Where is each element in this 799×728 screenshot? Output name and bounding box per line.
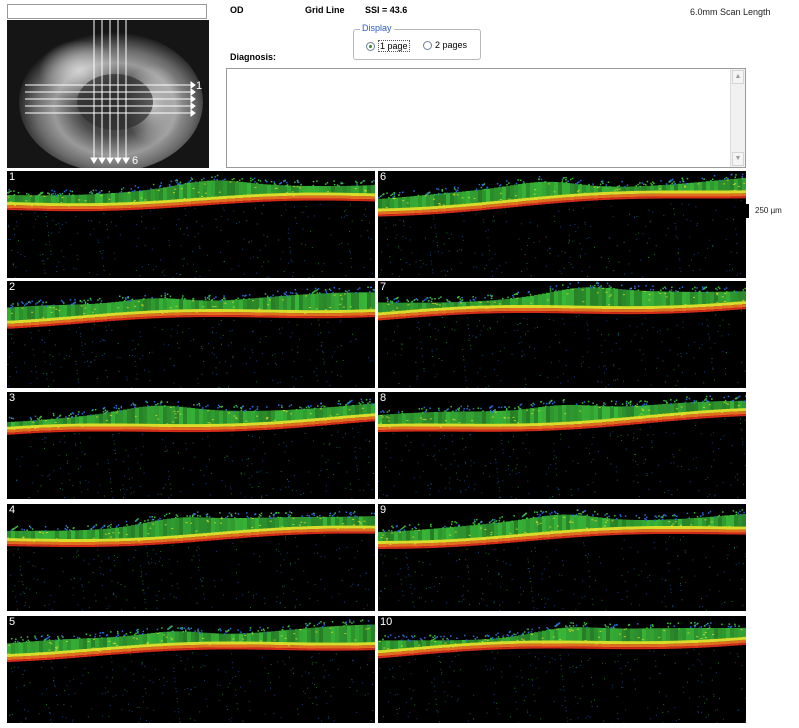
oct-bscan-image: [7, 286, 375, 388]
radio-selected-icon: [366, 41, 375, 51]
oct-scan-panel: 6: [378, 171, 746, 278]
oct-scan-panel: 3: [7, 392, 375, 499]
diagnosis-textarea[interactable]: [226, 68, 746, 168]
scan-number: 10: [380, 616, 393, 628]
scan-number: 9: [380, 504, 387, 516]
display-legend: Display: [360, 23, 394, 33]
oct-scan-panel: 8: [378, 392, 746, 499]
scroll-down-icon[interactable]: ▼: [732, 152, 744, 166]
protocol-label: Grid Line: [305, 5, 345, 15]
scan-number: 4: [9, 504, 16, 516]
fundus-label-last: 6: [132, 155, 138, 167]
oct-bscan-image: [378, 395, 746, 499]
oct-scan-panel: 5: [7, 616, 375, 723]
oct-scan-panel: 1: [7, 171, 375, 278]
ssi-value: SSI = 43.6: [365, 5, 408, 15]
patient-name-field: [7, 4, 207, 19]
scale-bar-label: 250 µm: [755, 206, 782, 215]
display-group: Display 1 page 2 pages: [353, 23, 481, 60]
fundus-image: 1 6: [7, 20, 209, 168]
oct-bscan-image: [7, 619, 375, 723]
oct-bscan-image: [378, 622, 746, 723]
display-2-pages-label: 2 pages: [435, 40, 468, 50]
oct-bscan-image: [378, 509, 746, 611]
oct-scan-panel: 2: [7, 281, 375, 388]
eye-label: OD: [230, 5, 244, 15]
display-1-page-label: 1 page: [378, 40, 410, 52]
display-1-page-radio[interactable]: 1 page: [366, 40, 410, 52]
oct-scan-panel: 7: [378, 281, 746, 388]
diagnosis-scrollbar[interactable]: ▲ ▼: [730, 69, 745, 167]
scan-number: 3: [9, 392, 16, 404]
fundus-label-first: 1: [196, 80, 202, 92]
oct-scan-panel: 9: [378, 504, 746, 611]
oct-bscan-image: [7, 174, 375, 278]
oct-scan-panel: 4: [7, 504, 375, 611]
scan-length-label: 6.0mm Scan Length: [690, 7, 771, 17]
scale-bar: [746, 204, 749, 218]
scan-number: 6: [380, 171, 387, 183]
scan-number: 7: [380, 281, 387, 293]
scan-number: 8: [380, 392, 387, 404]
oct-bscan-image: [378, 173, 746, 278]
scan-number: 1: [9, 171, 16, 183]
display-2-pages-radio[interactable]: 2 pages: [423, 40, 467, 50]
oct-scan-panel: 10: [378, 616, 746, 723]
diagnosis-label: Diagnosis:: [230, 52, 277, 62]
scan-number: 5: [9, 616, 16, 628]
oct-bscan-image: [7, 398, 375, 499]
radio-unselected-icon: [423, 40, 432, 50]
scan-number: 2: [9, 281, 16, 293]
scroll-up-icon[interactable]: ▲: [732, 70, 744, 84]
fundus-scan-overlay: 1 6: [7, 20, 209, 168]
oct-bscan-image: [378, 281, 746, 388]
oct-bscan-image: [7, 511, 375, 611]
